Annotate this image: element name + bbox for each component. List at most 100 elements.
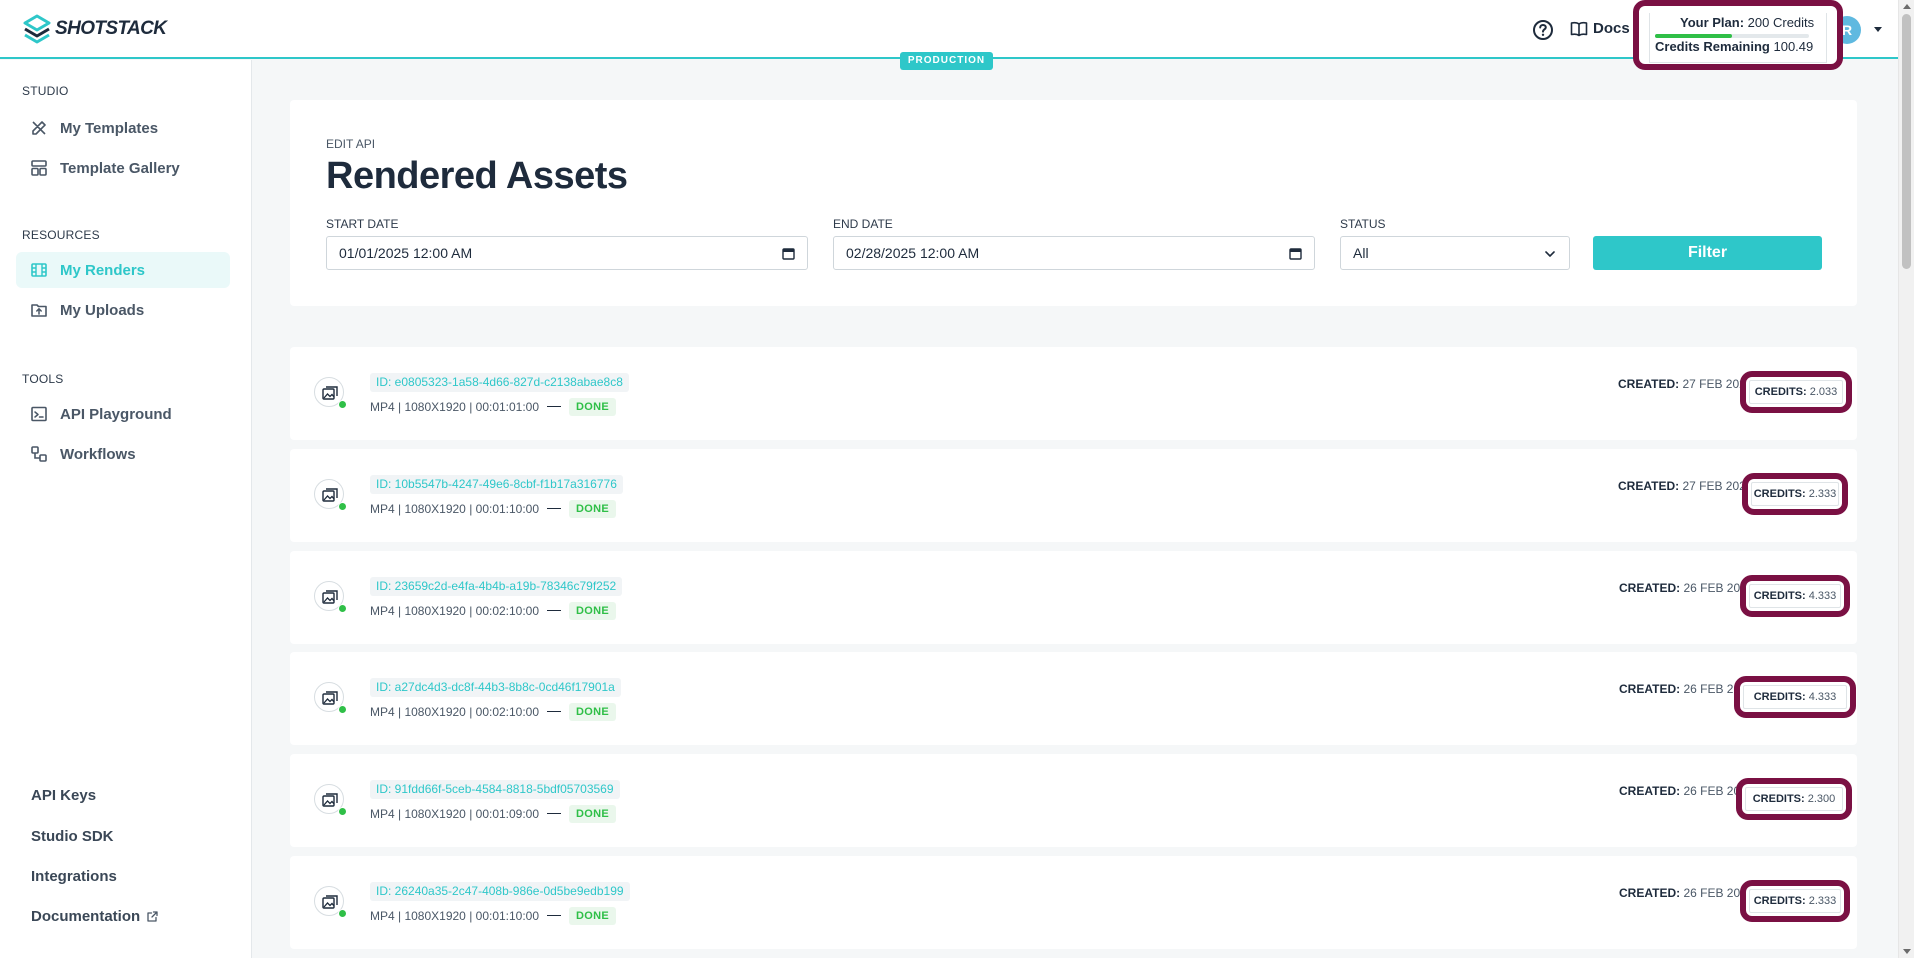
workflow-icon xyxy=(31,446,47,462)
created-date: CREATED: 26 FEB 2025 xyxy=(1619,886,1754,900)
docs-link[interactable]: Docs xyxy=(1570,20,1630,37)
status-badge: DONE xyxy=(569,499,617,518)
sidebar-item-my-templates[interactable]: My Templates xyxy=(16,110,230,146)
sidebar-item-label: Template Gallery xyxy=(60,159,180,177)
render-id[interactable]: ID: e0805323-1a58-4d66-827d-c2138abae8c8 xyxy=(370,373,629,392)
sidebar-item-label: My Renders xyxy=(60,261,146,279)
credits-progress-fill xyxy=(1655,34,1732,38)
plan-credits-panel[interactable]: Your Plan: 200 Credits Credits Remaining… xyxy=(1649,13,1827,63)
created-date: CREATED: 26 FEB 2025 xyxy=(1619,581,1754,595)
credits-badge: CREDITS: 4.333 xyxy=(1743,685,1847,709)
section-label-studio: STUDIO xyxy=(22,84,69,98)
credits-badge: CREDITS: 2.300 xyxy=(1745,787,1843,811)
scroll-up-arrow-icon[interactable] xyxy=(1903,4,1911,9)
credits-highlight: CREDITS: 4.333 xyxy=(1734,676,1856,718)
sidebar-item-label: My Templates xyxy=(60,119,159,137)
plan-value: 200 Credits xyxy=(1747,15,1815,30)
credits-value: 2.333 xyxy=(1808,895,1837,907)
credits-highlight: CREDITS: 4.333 xyxy=(1740,575,1850,617)
start-date-value: 01/01/2025 12:00 AM xyxy=(339,245,473,261)
book-icon xyxy=(1570,21,1588,36)
upload-folder-icon xyxy=(31,304,47,317)
render-row[interactable]: ID: 26240a35-2c47-408b-986e-0d5be9edb199… xyxy=(290,856,1857,949)
render-row[interactable]: ID: a27dc4d3-dc8f-44b3-8b8c-0cd46f17901a… xyxy=(290,652,1857,745)
render-id[interactable]: ID: 23659c2d-e4fa-4b4b-a19b-78346c79f252 xyxy=(370,577,623,596)
studio-sdk-link[interactable]: Studio SDK xyxy=(31,828,114,845)
status-select-value: All xyxy=(1353,245,1369,261)
status-select[interactable]: All xyxy=(1340,236,1570,270)
image-stack-icon xyxy=(322,590,338,604)
created-date: CREATED: 27 FEB 2025 xyxy=(1618,479,1753,493)
created-label: CREATED: xyxy=(1618,479,1680,493)
status-dot xyxy=(338,400,347,409)
credits-label: CREDITS: xyxy=(1753,488,1806,500)
image-stack-icon xyxy=(322,895,338,909)
page-scrollbar[interactable] xyxy=(1898,0,1914,958)
created-label: CREATED: xyxy=(1619,886,1681,900)
render-row[interactable]: ID: e0805323-1a58-4d66-827d-c2138abae8c8… xyxy=(290,347,1857,440)
created-label: CREATED: xyxy=(1619,581,1681,595)
image-stack-icon xyxy=(322,793,338,807)
render-meta: MP4 | 1080X1920 | 00:02:10:00 DONE xyxy=(370,601,617,620)
credits-highlight: CREDITS: 2.333 xyxy=(1740,880,1850,922)
help-icon[interactable] xyxy=(1532,19,1554,41)
calendar-icon[interactable] xyxy=(1289,247,1302,260)
tools-icon xyxy=(32,121,46,135)
sidebar-item-template-gallery[interactable]: Template Gallery xyxy=(16,150,230,186)
image-stack-icon xyxy=(322,488,338,502)
terminal-icon xyxy=(31,406,47,422)
status-badge: DONE xyxy=(569,397,617,416)
separator xyxy=(547,711,562,712)
credits-highlight: CREDITS: 2.333 xyxy=(1742,473,1848,515)
sidebar-item-my-renders[interactable]: My Renders xyxy=(16,252,230,288)
shotstack-logo-icon xyxy=(23,14,51,44)
remaining-value: 100.49 xyxy=(1773,39,1814,54)
separator xyxy=(547,813,562,814)
credits-value: 2.333 xyxy=(1808,488,1837,500)
render-specs: MP4 | 1080X1920 | 00:01:01:00 xyxy=(370,399,540,414)
scroll-down-arrow-icon[interactable] xyxy=(1903,949,1911,954)
render-row[interactable]: ID: 91fdd66f-5ceb-4584-8818-5bdf05703569… xyxy=(290,754,1857,847)
status-label: STATUS xyxy=(1340,217,1386,231)
integrations-link[interactable]: Integrations xyxy=(31,868,117,885)
credits-value: 4.333 xyxy=(1808,691,1837,703)
separator xyxy=(547,508,562,509)
filter-panel: EDIT API Rendered Assets START DATE 01/0… xyxy=(290,100,1857,306)
credits-label: CREDITS: xyxy=(1754,386,1807,398)
start-date-input[interactable]: 01/01/2025 12:00 AM xyxy=(326,236,808,270)
api-keys-link[interactable]: API Keys xyxy=(31,787,96,804)
credits-badge: CREDITS: 2.033 xyxy=(1749,380,1843,404)
remaining-label: Credits Remaining xyxy=(1655,39,1770,54)
render-row[interactable]: ID: 23659c2d-e4fa-4b4b-a19b-78346c79f252… xyxy=(290,551,1857,644)
shotstack-logo[interactable]: SHOTSTACK xyxy=(22,14,167,44)
credits-badge: CREDITS: 4.333 xyxy=(1749,584,1841,608)
caret-down-icon[interactable] xyxy=(1874,27,1882,32)
filter-button[interactable]: Filter xyxy=(1593,236,1822,270)
section-label-tools: TOOLS xyxy=(22,372,64,386)
docs-label: Docs xyxy=(1593,20,1630,37)
sidebar-item-api-playground[interactable]: API Playground xyxy=(16,396,230,432)
sidebar-item-workflows[interactable]: Workflows xyxy=(16,436,230,472)
render-id[interactable]: ID: 26240a35-2c47-408b-986e-0d5be9edb199 xyxy=(370,882,630,901)
documentation-link[interactable]: Documentation xyxy=(31,908,159,925)
render-id[interactable]: ID: 10b5547b-4247-49e6-8cbf-f1b17a316776 xyxy=(370,475,623,494)
sidebar: STUDIO My Templates Template Gallery RES… xyxy=(0,60,252,958)
scrollbar-thumb[interactable] xyxy=(1902,14,1911,269)
render-id[interactable]: ID: 91fdd66f-5ceb-4584-8818-5bdf05703569 xyxy=(370,780,620,799)
status-dot xyxy=(338,604,347,613)
film-icon xyxy=(31,263,47,277)
credits-badge: CREDITS: 2.333 xyxy=(1751,482,1839,506)
created-label: CREATED: xyxy=(1618,377,1680,391)
calendar-icon[interactable] xyxy=(782,247,795,260)
render-meta: MP4 | 1080X1920 | 00:02:10:00 DONE xyxy=(370,702,617,721)
image-stack-icon xyxy=(322,386,338,400)
end-date-input[interactable]: 02/28/2025 12:00 AM xyxy=(833,236,1315,270)
render-id[interactable]: ID: a27dc4d3-dc8f-44b3-8b8c-0cd46f17901a xyxy=(370,678,621,697)
created-date: CREATED: 26 FEB 202 xyxy=(1619,784,1747,798)
created-date: CREATED: 27 FEB 2025 xyxy=(1618,377,1753,391)
render-row[interactable]: ID: 10b5547b-4247-49e6-8cbf-f1b17a316776… xyxy=(290,449,1857,542)
end-date-label: END DATE xyxy=(833,217,893,231)
sidebar-item-my-uploads[interactable]: My Uploads xyxy=(16,292,230,328)
status-badge: DONE xyxy=(569,601,617,620)
credits-label: CREDITS: xyxy=(1753,590,1806,602)
